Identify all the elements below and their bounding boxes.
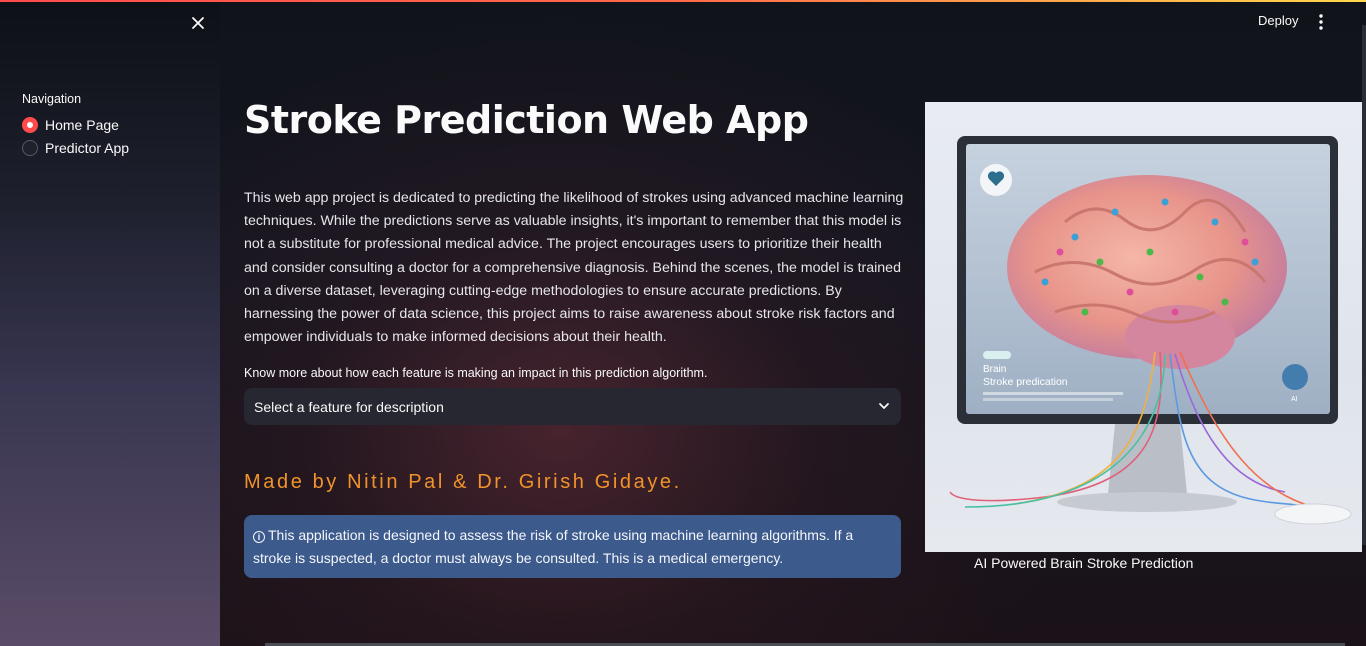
screen-title-line2: Stroke predication: [983, 376, 1068, 388]
radio-unselected-icon[interactable]: [22, 140, 38, 156]
info-alert: i This application is designed to assess …: [244, 515, 901, 578]
image-caption: AI Powered Brain Stroke Prediction: [974, 555, 1194, 571]
feature-select-label: Know more about how each feature is maki…: [244, 366, 708, 380]
sidebar: Navigation Home Page Predictor App: [0, 0, 220, 646]
main-menu-button[interactable]: [1312, 12, 1330, 32]
chevron-down-icon: [879, 403, 889, 409]
nav-radio-label: Home Page: [45, 117, 119, 133]
brain-stroke-image: Brain Stroke predication AI: [925, 102, 1362, 552]
vertical-scrollbar[interactable]: [1362, 25, 1366, 545]
screen-title-line1: Brain: [983, 364, 1006, 375]
made-by-heading: Made by Nitin Pal & Dr. Girish Gidaye.: [244, 471, 682, 493]
close-sidebar-button[interactable]: [187, 12, 209, 34]
feature-select[interactable]: Select a feature for description: [244, 388, 901, 425]
feature-select-value: Select a feature for description: [254, 398, 444, 415]
main-content: Deploy Stroke Prediction Web App This we…: [220, 0, 1366, 646]
intro-paragraph: This web app project is dedicated to pre…: [244, 190, 904, 346]
deploy-button[interactable]: Deploy: [1258, 13, 1298, 28]
page-title: Stroke Prediction Web App: [244, 98, 809, 142]
radio-selected-icon[interactable]: [22, 117, 38, 133]
nav-radio-home-page[interactable]: Home Page: [22, 115, 119, 135]
vertical-dots-icon: [1319, 14, 1323, 30]
info-text: This application is designed to assess t…: [253, 527, 854, 566]
top-decoration-bar: [0, 0, 1366, 2]
nav-radio-label: Predictor App: [45, 140, 130, 156]
info-icon: i: [253, 531, 265, 543]
nav-radio-predictor-app[interactable]: Predictor App: [22, 138, 129, 158]
close-icon: [192, 17, 204, 29]
navigation-label: Navigation: [22, 92, 82, 106]
screen-ai-badge: AI: [1291, 396, 1298, 403]
